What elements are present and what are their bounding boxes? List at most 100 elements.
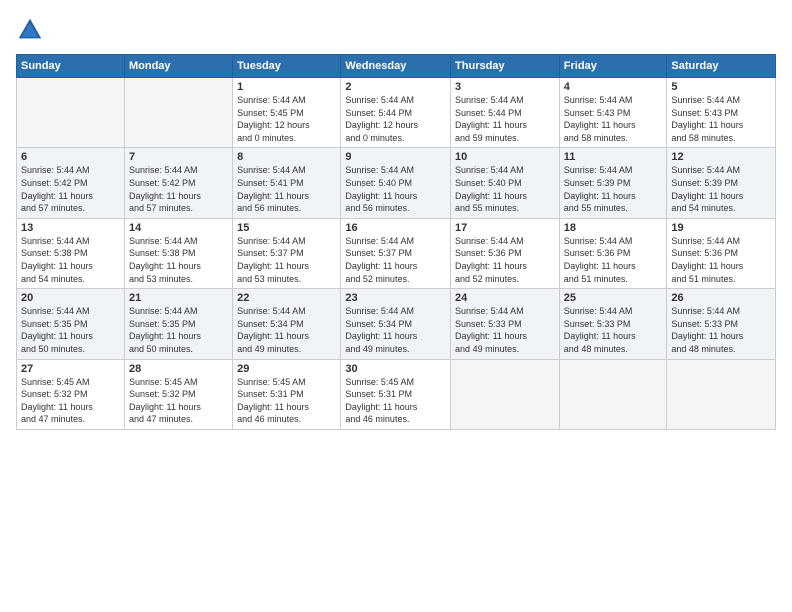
day-cell: 11Sunrise: 5:44 AM Sunset: 5:39 PM Dayli… (559, 148, 667, 218)
day-info: Sunrise: 5:44 AM Sunset: 5:41 PM Dayligh… (237, 164, 336, 214)
day-cell: 19Sunrise: 5:44 AM Sunset: 5:36 PM Dayli… (667, 218, 776, 288)
day-info: Sunrise: 5:44 AM Sunset: 5:36 PM Dayligh… (455, 235, 555, 285)
day-cell: 9Sunrise: 5:44 AM Sunset: 5:40 PM Daylig… (341, 148, 451, 218)
day-number: 4 (564, 81, 663, 93)
day-cell (451, 359, 560, 429)
day-info: Sunrise: 5:44 AM Sunset: 5:37 PM Dayligh… (345, 235, 446, 285)
day-number: 21 (129, 292, 228, 304)
header (16, 16, 776, 44)
day-info: Sunrise: 5:44 AM Sunset: 5:38 PM Dayligh… (129, 235, 228, 285)
day-info: Sunrise: 5:45 AM Sunset: 5:32 PM Dayligh… (129, 376, 228, 426)
day-number: 18 (564, 222, 663, 234)
week-row-5: 27Sunrise: 5:45 AM Sunset: 5:32 PM Dayli… (17, 359, 776, 429)
col-header-friday: Friday (559, 55, 667, 78)
day-info: Sunrise: 5:44 AM Sunset: 5:44 PM Dayligh… (455, 94, 555, 144)
day-number: 25 (564, 292, 663, 304)
calendar-table: SundayMondayTuesdayWednesdayThursdayFrid… (16, 54, 776, 430)
day-number: 2 (345, 81, 446, 93)
day-cell: 10Sunrise: 5:44 AM Sunset: 5:40 PM Dayli… (451, 148, 560, 218)
day-info: Sunrise: 5:44 AM Sunset: 5:43 PM Dayligh… (671, 94, 771, 144)
day-cell: 17Sunrise: 5:44 AM Sunset: 5:36 PM Dayli… (451, 218, 560, 288)
header-row: SundayMondayTuesdayWednesdayThursdayFrid… (17, 55, 776, 78)
day-cell: 22Sunrise: 5:44 AM Sunset: 5:34 PM Dayli… (233, 289, 341, 359)
day-number: 1 (237, 81, 336, 93)
day-info: Sunrise: 5:44 AM Sunset: 5:33 PM Dayligh… (455, 305, 555, 355)
day-info: Sunrise: 5:44 AM Sunset: 5:38 PM Dayligh… (21, 235, 120, 285)
day-number: 23 (345, 292, 446, 304)
col-header-wednesday: Wednesday (341, 55, 451, 78)
day-info: Sunrise: 5:44 AM Sunset: 5:45 PM Dayligh… (237, 94, 336, 144)
day-cell: 20Sunrise: 5:44 AM Sunset: 5:35 PM Dayli… (17, 289, 125, 359)
week-row-1: 1Sunrise: 5:44 AM Sunset: 5:45 PM Daylig… (17, 78, 776, 148)
day-info: Sunrise: 5:44 AM Sunset: 5:43 PM Dayligh… (564, 94, 663, 144)
day-cell: 21Sunrise: 5:44 AM Sunset: 5:35 PM Dayli… (124, 289, 232, 359)
page: SundayMondayTuesdayWednesdayThursdayFrid… (0, 0, 792, 612)
day-cell (667, 359, 776, 429)
day-info: Sunrise: 5:44 AM Sunset: 5:37 PM Dayligh… (237, 235, 336, 285)
day-cell: 24Sunrise: 5:44 AM Sunset: 5:33 PM Dayli… (451, 289, 560, 359)
day-number: 5 (671, 81, 771, 93)
day-number: 28 (129, 363, 228, 375)
day-cell (559, 359, 667, 429)
day-info: Sunrise: 5:44 AM Sunset: 5:35 PM Dayligh… (21, 305, 120, 355)
week-row-2: 6Sunrise: 5:44 AM Sunset: 5:42 PM Daylig… (17, 148, 776, 218)
day-cell: 6Sunrise: 5:44 AM Sunset: 5:42 PM Daylig… (17, 148, 125, 218)
day-info: Sunrise: 5:44 AM Sunset: 5:39 PM Dayligh… (671, 164, 771, 214)
day-cell: 7Sunrise: 5:44 AM Sunset: 5:42 PM Daylig… (124, 148, 232, 218)
day-cell: 3Sunrise: 5:44 AM Sunset: 5:44 PM Daylig… (451, 78, 560, 148)
day-number: 13 (21, 222, 120, 234)
day-number: 14 (129, 222, 228, 234)
day-cell: 30Sunrise: 5:45 AM Sunset: 5:31 PM Dayli… (341, 359, 451, 429)
day-number: 27 (21, 363, 120, 375)
day-cell: 2Sunrise: 5:44 AM Sunset: 5:44 PM Daylig… (341, 78, 451, 148)
day-number: 17 (455, 222, 555, 234)
day-number: 9 (345, 151, 446, 163)
day-info: Sunrise: 5:44 AM Sunset: 5:40 PM Dayligh… (345, 164, 446, 214)
day-cell: 29Sunrise: 5:45 AM Sunset: 5:31 PM Dayli… (233, 359, 341, 429)
day-info: Sunrise: 5:44 AM Sunset: 5:33 PM Dayligh… (564, 305, 663, 355)
col-header-tuesday: Tuesday (233, 55, 341, 78)
day-number: 10 (455, 151, 555, 163)
day-cell: 1Sunrise: 5:44 AM Sunset: 5:45 PM Daylig… (233, 78, 341, 148)
week-row-3: 13Sunrise: 5:44 AM Sunset: 5:38 PM Dayli… (17, 218, 776, 288)
day-info: Sunrise: 5:44 AM Sunset: 5:40 PM Dayligh… (455, 164, 555, 214)
day-info: Sunrise: 5:44 AM Sunset: 5:42 PM Dayligh… (21, 164, 120, 214)
day-number: 3 (455, 81, 555, 93)
day-cell: 15Sunrise: 5:44 AM Sunset: 5:37 PM Dayli… (233, 218, 341, 288)
day-cell: 4Sunrise: 5:44 AM Sunset: 5:43 PM Daylig… (559, 78, 667, 148)
day-number: 20 (21, 292, 120, 304)
day-info: Sunrise: 5:44 AM Sunset: 5:34 PM Dayligh… (237, 305, 336, 355)
day-number: 16 (345, 222, 446, 234)
col-header-monday: Monday (124, 55, 232, 78)
day-info: Sunrise: 5:44 AM Sunset: 5:44 PM Dayligh… (345, 94, 446, 144)
day-cell: 13Sunrise: 5:44 AM Sunset: 5:38 PM Dayli… (17, 218, 125, 288)
day-number: 12 (671, 151, 771, 163)
day-cell: 16Sunrise: 5:44 AM Sunset: 5:37 PM Dayli… (341, 218, 451, 288)
day-cell: 23Sunrise: 5:44 AM Sunset: 5:34 PM Dayli… (341, 289, 451, 359)
day-cell: 18Sunrise: 5:44 AM Sunset: 5:36 PM Dayli… (559, 218, 667, 288)
day-cell: 8Sunrise: 5:44 AM Sunset: 5:41 PM Daylig… (233, 148, 341, 218)
day-number: 22 (237, 292, 336, 304)
day-info: Sunrise: 5:45 AM Sunset: 5:32 PM Dayligh… (21, 376, 120, 426)
day-cell: 27Sunrise: 5:45 AM Sunset: 5:32 PM Dayli… (17, 359, 125, 429)
col-header-thursday: Thursday (451, 55, 560, 78)
day-number: 7 (129, 151, 228, 163)
day-info: Sunrise: 5:45 AM Sunset: 5:31 PM Dayligh… (237, 376, 336, 426)
day-number: 24 (455, 292, 555, 304)
day-info: Sunrise: 5:44 AM Sunset: 5:35 PM Dayligh… (129, 305, 228, 355)
day-number: 19 (671, 222, 771, 234)
day-cell (124, 78, 232, 148)
day-cell (17, 78, 125, 148)
day-info: Sunrise: 5:44 AM Sunset: 5:39 PM Dayligh… (564, 164, 663, 214)
day-number: 15 (237, 222, 336, 234)
day-info: Sunrise: 5:44 AM Sunset: 5:33 PM Dayligh… (671, 305, 771, 355)
day-number: 29 (237, 363, 336, 375)
day-number: 11 (564, 151, 663, 163)
day-info: Sunrise: 5:44 AM Sunset: 5:34 PM Dayligh… (345, 305, 446, 355)
day-number: 6 (21, 151, 120, 163)
week-row-4: 20Sunrise: 5:44 AM Sunset: 5:35 PM Dayli… (17, 289, 776, 359)
day-info: Sunrise: 5:44 AM Sunset: 5:42 PM Dayligh… (129, 164, 228, 214)
col-header-saturday: Saturday (667, 55, 776, 78)
day-cell: 25Sunrise: 5:44 AM Sunset: 5:33 PM Dayli… (559, 289, 667, 359)
day-number: 26 (671, 292, 771, 304)
